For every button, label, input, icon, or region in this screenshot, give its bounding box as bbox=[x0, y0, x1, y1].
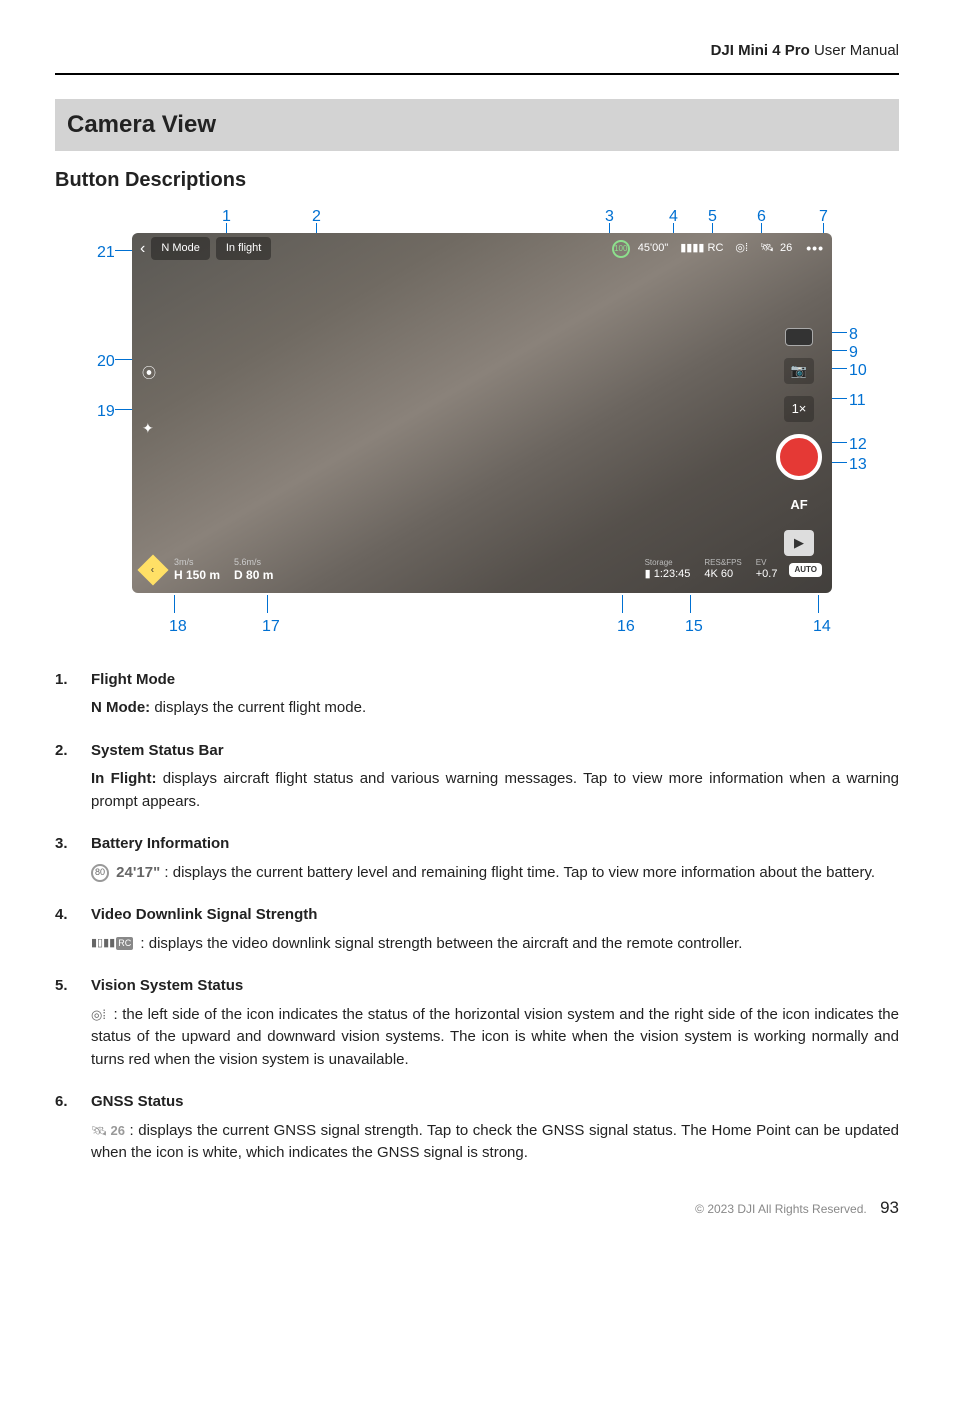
line bbox=[174, 595, 175, 613]
body-text: displays aircraft flight status and vari… bbox=[91, 770, 899, 810]
copyright: © 2023 DJI All Rights Reserved. bbox=[695, 1202, 867, 1216]
body-text: displays the current flight mode. bbox=[150, 699, 366, 716]
gnss-icon[interactable]: 🛰 bbox=[760, 240, 774, 257]
callout-19: 19 bbox=[97, 400, 115, 424]
body-text: : displays the current GNSS signal stren… bbox=[91, 1122, 899, 1162]
description-list: Flight Mode N Mode: displays the current… bbox=[55, 669, 899, 1165]
camera-topbar: ‹ N Mode In flight 100 45'00" ▮▮▮▮ RC ◎⁞… bbox=[132, 233, 832, 265]
callout-11: 11 bbox=[849, 389, 866, 413]
callout-15: 15 bbox=[685, 615, 703, 639]
auto-badge[interactable]: AUTO bbox=[789, 563, 822, 577]
line bbox=[690, 595, 691, 613]
vertical-speed: 3m/s bbox=[174, 557, 220, 568]
item-video-downlink: Video Downlink Signal Strength ▮▯▮▮RC : … bbox=[55, 904, 899, 955]
camera-switch-icon[interactable]: 📷 bbox=[784, 358, 814, 384]
right-toolbar: 📷 1× AF ▶ bbox=[776, 328, 822, 556]
signal-bars-icon[interactable]: ▮▮▮▮ RC bbox=[680, 240, 723, 257]
line bbox=[267, 595, 268, 613]
vision-system-icon: ◎⁞ bbox=[91, 1005, 106, 1025]
item-body: N Mode: displays the current flight mode… bbox=[91, 697, 899, 720]
item-title: Battery Information bbox=[91, 833, 899, 856]
ev-value: +0.7 bbox=[756, 568, 778, 581]
item-title: Vision System Status bbox=[91, 975, 899, 998]
resfps-label: RES&FPS bbox=[704, 558, 741, 568]
item-title: Video Downlink Signal Strength bbox=[91, 904, 899, 927]
signal-bars-icon: ▮▯▮▮RC bbox=[91, 935, 133, 952]
manual-label: User Manual bbox=[814, 42, 899, 59]
telemetry-distance: 5.6m/s D 80 m bbox=[234, 557, 273, 582]
system-status-bar[interactable]: In flight bbox=[216, 237, 271, 260]
page-header: DJI Mini 4 Pro User Manual bbox=[55, 40, 899, 75]
body-prefix: N Mode: bbox=[91, 699, 150, 716]
camera-view-screenshot: ‹ N Mode In flight 100 45'00" ▮▮▮▮ RC ◎⁞… bbox=[132, 233, 832, 593]
body-text: : displays the current battery level and… bbox=[160, 864, 875, 881]
item-body: 🛰26 : displays the current GNSS signal s… bbox=[91, 1120, 899, 1165]
callout-10: 10 bbox=[849, 359, 867, 383]
body-prefix: In Flight: bbox=[91, 770, 156, 787]
page-footer: © 2023 DJI All Rights Reserved. 93 bbox=[55, 1195, 899, 1221]
callout-20: 20 bbox=[97, 350, 115, 374]
callout-13: 13 bbox=[849, 453, 867, 477]
resfps-value: 4K 60 bbox=[704, 568, 733, 581]
callout-16: 16 bbox=[617, 615, 635, 639]
zoom-indicator[interactable]: 1× bbox=[784, 396, 814, 422]
battery-time: 45'00" bbox=[638, 240, 668, 257]
body-text: : the left side of the icon indicates th… bbox=[91, 1006, 899, 1068]
callout-17: 17 bbox=[262, 615, 280, 639]
quickshot-icon[interactable]: ✦ bbox=[142, 418, 156, 439]
page-number: 93 bbox=[880, 1198, 899, 1217]
camera-bottombar: ‹ 3m/s H 150 m 5.6m/s D 80 m Storage ▮ 1… bbox=[132, 547, 832, 593]
af-indicator[interactable]: AF bbox=[784, 492, 814, 518]
storage-info[interactable]: Storage ▮ 1:23:45 bbox=[645, 558, 691, 581]
battery-ring-icon: 80 bbox=[91, 864, 109, 882]
section-heading: Camera View bbox=[55, 99, 899, 151]
item-title: Flight Mode bbox=[91, 669, 899, 692]
item-battery-info: Battery Information 80 24'17" : displays… bbox=[55, 833, 899, 884]
back-icon[interactable]: ‹ bbox=[140, 237, 145, 261]
subheading: Button Descriptions bbox=[55, 165, 899, 195]
line bbox=[818, 595, 819, 613]
battery-ring-icon[interactable]: 100 bbox=[612, 240, 630, 258]
storage-value: ▮ 1:23:45 bbox=[645, 568, 691, 581]
shutter-button[interactable] bbox=[776, 434, 822, 480]
vision-system-icon[interactable]: ◎⁞ bbox=[735, 240, 748, 257]
telemetry-height: 3m/s H 150 m bbox=[174, 557, 220, 582]
item-gnss-status: GNSS Status 🛰26 : displays the current G… bbox=[55, 1091, 899, 1165]
altitude: H 150 m bbox=[174, 568, 220, 582]
more-menu-icon[interactable]: ••• bbox=[806, 238, 824, 259]
item-vision-system: Vision System Status ◎⁞ : the left side … bbox=[55, 975, 899, 1071]
obstacle-icon[interactable]: ⦿ bbox=[142, 363, 156, 384]
item-body: ▮▯▮▮RC : displays the video downlink sig… bbox=[91, 933, 899, 956]
body-text: : displays the video downlink signal str… bbox=[136, 935, 742, 952]
callout-18: 18 bbox=[169, 615, 187, 639]
item-title: System Status Bar bbox=[91, 740, 899, 763]
camera-view-diagram: 1 2 3 4 5 6 7 8 9 10 11 12 13 14 15 16 1… bbox=[57, 205, 897, 645]
callout-14: 14 bbox=[813, 615, 831, 639]
gnss-count: 26 bbox=[780, 240, 792, 257]
sd-card-icon[interactable] bbox=[785, 328, 813, 346]
battery-time-label: 24'17" bbox=[112, 864, 160, 881]
horizontal-speed: 5.6m/s bbox=[234, 557, 273, 568]
ev-info[interactable]: EV +0.7 bbox=[756, 558, 778, 581]
item-body: In Flight: displays aircraft flight stat… bbox=[91, 768, 899, 813]
storage-label: Storage bbox=[645, 558, 673, 568]
item-body: 80 24'17" : displays the current battery… bbox=[91, 862, 899, 885]
item-flight-mode: Flight Mode N Mode: displays the current… bbox=[55, 669, 899, 720]
left-toolbar: ⦿ ✦ bbox=[142, 363, 156, 439]
product-name: DJI Mini 4 Pro bbox=[711, 42, 810, 59]
gnss-count: 26 bbox=[111, 1123, 125, 1138]
item-title: GNSS Status bbox=[91, 1091, 899, 1114]
home-point-icon[interactable]: ‹ bbox=[137, 554, 168, 585]
item-body: ◎⁞ : the left side of the icon indicates… bbox=[91, 1004, 899, 1072]
flight-mode-indicator[interactable]: N Mode bbox=[151, 237, 210, 260]
item-system-status: System Status Bar In Flight: displays ai… bbox=[55, 740, 899, 814]
callout-21: 21 bbox=[97, 241, 115, 265]
distance: D 80 m bbox=[234, 568, 273, 582]
resfps-info[interactable]: RES&FPS 4K 60 bbox=[704, 558, 741, 581]
satellite-icon: 🛰 bbox=[91, 1121, 108, 1141]
ev-label: EV bbox=[756, 558, 767, 568]
line bbox=[622, 595, 623, 613]
